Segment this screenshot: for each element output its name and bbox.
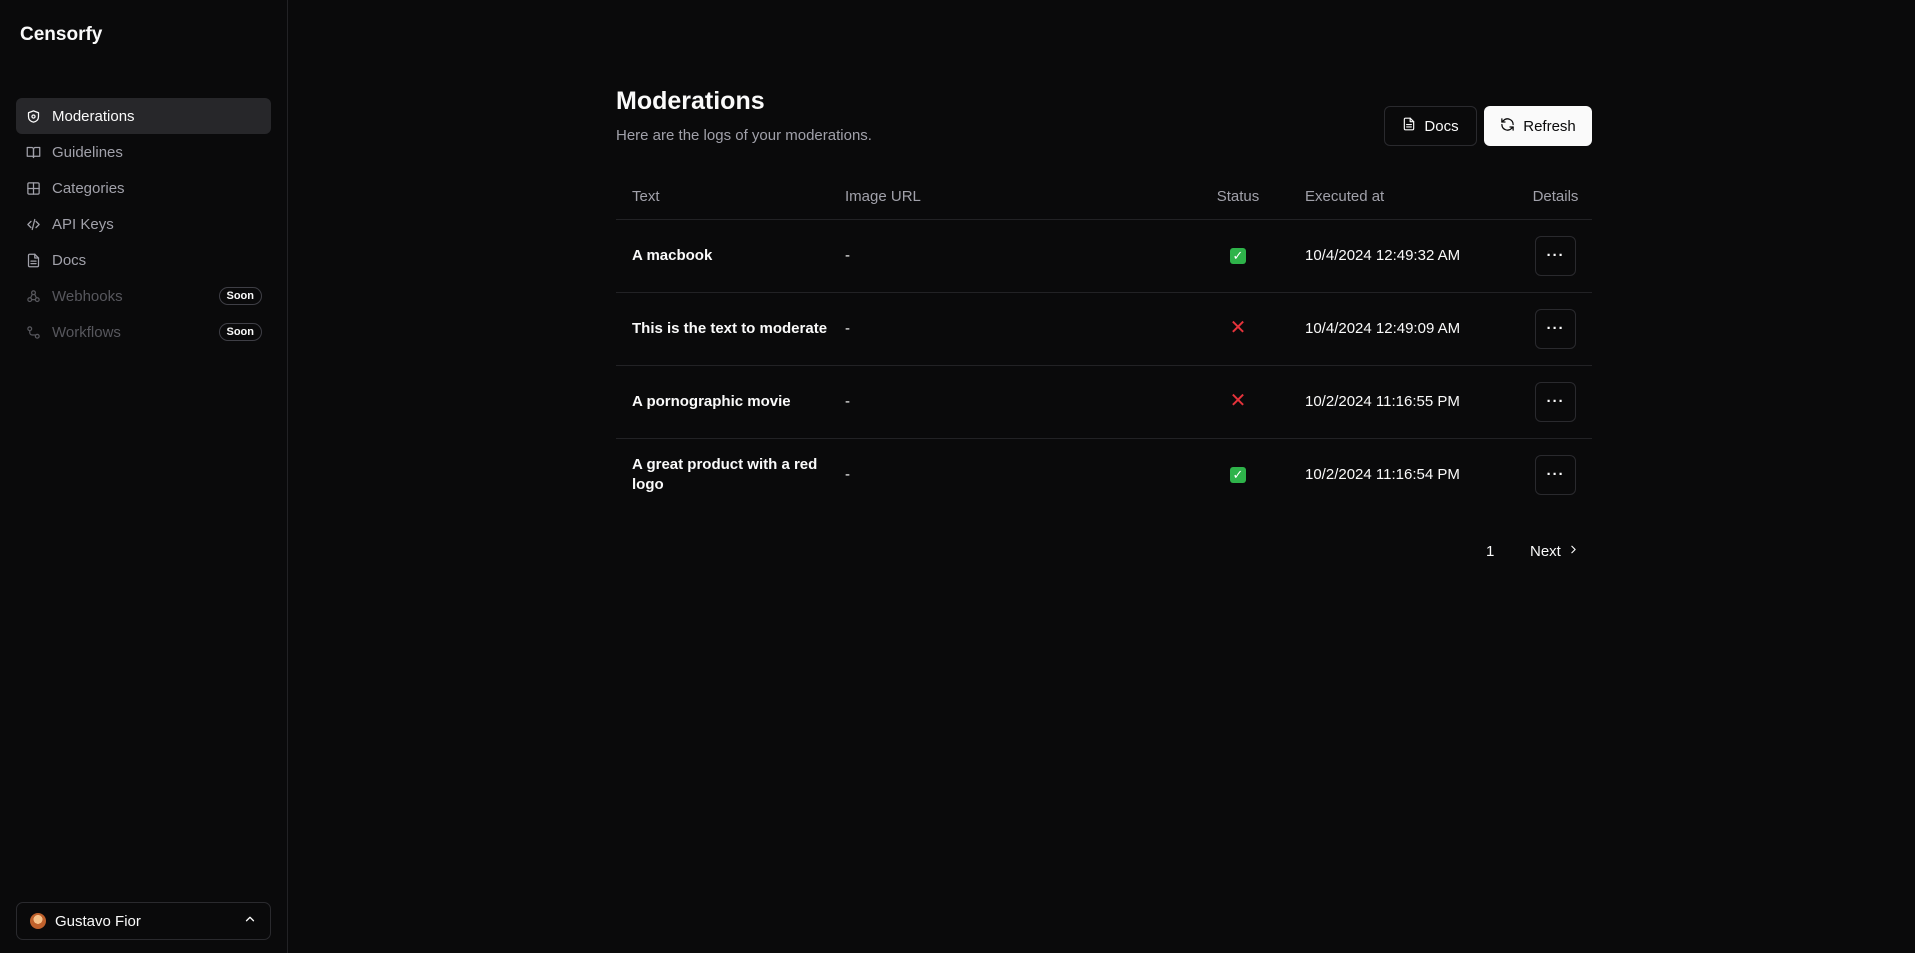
cross-icon: ✕ [1229, 389, 1247, 412]
chevron-right-icon [1567, 543, 1580, 560]
file-text-icon [25, 252, 41, 268]
more-horizontal-icon: ··· [1546, 393, 1565, 410]
sidebar-item-webhooks: Webhooks Soon [16, 278, 271, 314]
sidebar: Censorfy Moderations Guidelines Categori… [0, 0, 288, 953]
cell-executed-at: 10/4/2024 12:49:09 AM [1289, 292, 1519, 366]
next-page-button[interactable]: Next [1530, 543, 1580, 560]
docs-button-label: Docs [1424, 117, 1459, 135]
grid-icon [25, 180, 41, 196]
sidebar-item-api-keys[interactable]: API Keys [16, 206, 271, 242]
cell-executed-at: 10/4/2024 12:49:32 AM [1289, 219, 1519, 293]
cell-text: This is the text to moderate [616, 292, 845, 366]
cell-details: ··· [1519, 365, 1592, 439]
check-icon: ✓ [1230, 248, 1246, 264]
app-name: Censorfy [20, 24, 103, 45]
more-horizontal-icon: ··· [1546, 320, 1565, 337]
cell-status: ✓ [1187, 219, 1289, 293]
webhook-icon [25, 288, 41, 304]
sidebar-item-label: Webhooks [52, 287, 123, 305]
cell-status: ✕ [1187, 365, 1289, 439]
details-button[interactable]: ··· [1535, 235, 1576, 276]
more-horizontal-icon: ··· [1546, 247, 1565, 264]
sidebar-item-label: Workflows [52, 323, 121, 341]
sidebar-item-moderations[interactable]: Moderations [16, 98, 271, 134]
cell-text: A great product with a red logo [632, 455, 818, 493]
cell-executed-at: 10/2/2024 11:16:54 PM [1305, 466, 1460, 484]
cell-image-url: - [845, 219, 1187, 293]
cell-details: ··· [1519, 438, 1592, 511]
sidebar-item-workflows: Workflows Soon [16, 314, 271, 350]
sidebar-item-label: Docs [52, 251, 87, 269]
details-button[interactable]: ··· [1535, 454, 1576, 495]
table-header-row: Text Image URL Status Executed at Detail… [616, 175, 1592, 220]
user-menu-button[interactable]: Gustavo Fior [16, 902, 271, 940]
pagination: 1 Next [616, 543, 1592, 563]
sidebar-item-guidelines[interactable]: Guidelines [16, 134, 271, 170]
sidebar-item-label: Moderations [52, 107, 135, 125]
user-name: Gustavo Fior [55, 912, 141, 930]
column-header-image-url: Image URL [845, 175, 1187, 220]
sidebar-item-label: API Keys [52, 215, 114, 233]
cell-text: A macbook [616, 219, 845, 293]
cell-text: A pornographic movie [616, 365, 845, 439]
page-subtitle: Here are the logs of your moderations. [616, 127, 872, 144]
refresh-icon [1500, 117, 1515, 136]
sidebar-item-label: Categories [52, 179, 125, 197]
page-number[interactable]: 1 [1486, 543, 1494, 560]
next-label: Next [1530, 543, 1561, 560]
shield-icon [25, 108, 41, 124]
workflow-icon [25, 324, 41, 340]
table-row: A pornographic movie - ✕ 10/2/2024 11:16… [616, 365, 1592, 439]
page-title: Moderations [616, 87, 765, 115]
cross-icon: ✕ [1229, 316, 1247, 339]
cell-details: ··· [1519, 292, 1592, 366]
moderations-table: Text Image URL Status Executed at Detail… [616, 175, 1592, 511]
code-icon [25, 216, 41, 232]
table-row: This is the text to moderate - ✕ 10/4/20… [616, 292, 1592, 366]
check-icon: ✓ [1230, 467, 1246, 484]
refresh-button[interactable]: Refresh [1484, 106, 1592, 146]
soon-badge: Soon [218, 323, 262, 341]
cell-image-url: - [845, 365, 1187, 439]
cell-image-url: - [845, 466, 850, 484]
more-horizontal-icon: ··· [1546, 466, 1565, 484]
sidebar-item-categories[interactable]: Categories [16, 170, 271, 206]
sidebar-item-docs[interactable]: Docs [16, 242, 271, 278]
table-row: A great product with a red logo - ✓ 10/2… [616, 438, 1592, 511]
column-header-executed-at: Executed at [1289, 175, 1519, 220]
refresh-button-label: Refresh [1523, 117, 1576, 135]
soon-badge: Soon [218, 287, 262, 305]
cell-details: ··· [1519, 219, 1592, 293]
file-text-icon [1402, 117, 1416, 135]
cell-status: ✓ [1187, 438, 1289, 511]
book-open-icon [25, 144, 41, 160]
avatar [30, 913, 46, 929]
cell-executed-at: 10/2/2024 11:16:55 PM [1289, 365, 1519, 439]
column-header-details: Details [1519, 175, 1592, 220]
docs-button[interactable]: Docs [1384, 106, 1477, 146]
details-button[interactable]: ··· [1535, 381, 1576, 422]
chevron-up-icon [243, 912, 257, 930]
column-header-status: Status [1187, 175, 1289, 220]
details-button[interactable]: ··· [1535, 308, 1576, 349]
cell-status: ✕ [1187, 292, 1289, 366]
sidebar-item-label: Guidelines [52, 143, 123, 161]
column-header-text: Text [616, 175, 845, 220]
cell-image-url: - [845, 292, 1187, 366]
sidebar-nav: Moderations Guidelines Categories API Ke… [16, 98, 271, 350]
table-row: A macbook - ✓ 10/4/2024 12:49:32 AM ··· [616, 219, 1592, 293]
